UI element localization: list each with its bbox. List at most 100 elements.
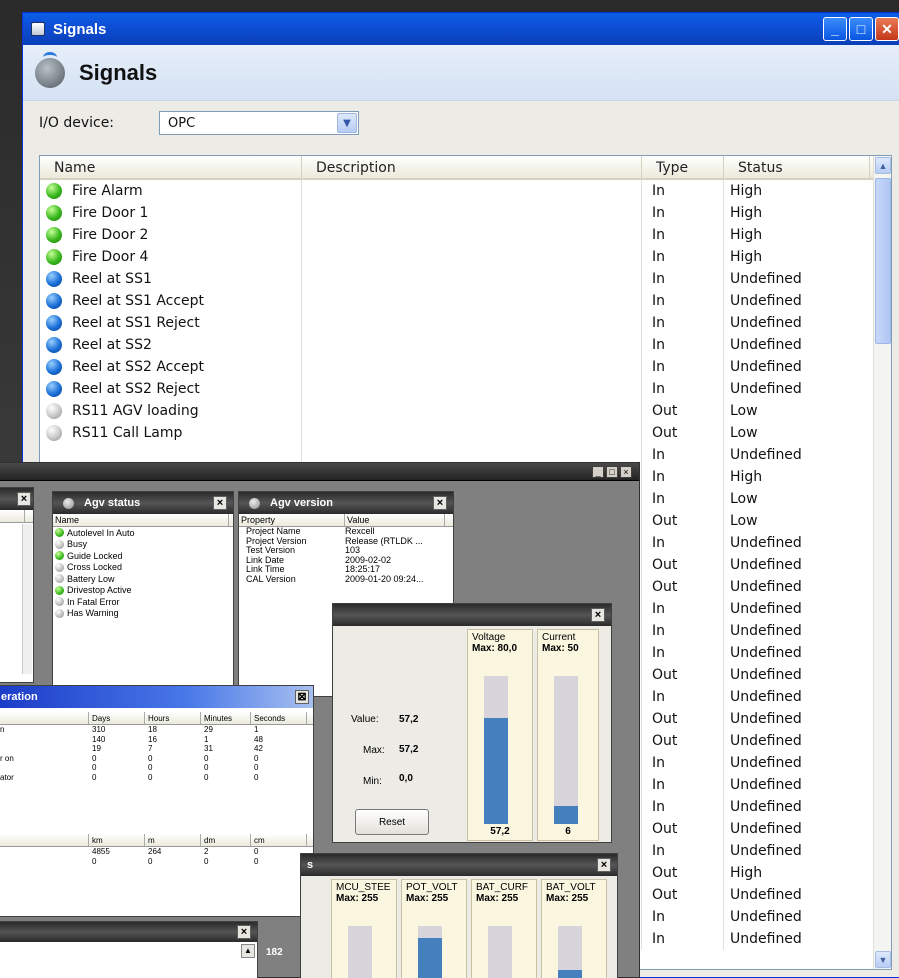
- column-header[interactable]: Days: [89, 712, 145, 724]
- header-spacer: [0, 834, 89, 846]
- table-cell: 0: [148, 772, 153, 782]
- cell-status: Undefined: [730, 359, 802, 375]
- table-cell: 0: [254, 753, 259, 763]
- column-header[interactable]: dm: [201, 834, 251, 846]
- scroll-up-icon[interactable]: ▲: [241, 944, 255, 958]
- table-row[interactable]: Fire Alarm In High: [40, 180, 891, 202]
- header-spacer: [0, 712, 89, 724]
- cell-name: Fire Door 4: [40, 246, 302, 268]
- io-device-row: I/O device: OPC ▼: [23, 101, 899, 145]
- agv-version-column-property[interactable]: Property: [239, 514, 345, 526]
- left-panel-titlebar: ×: [0, 488, 33, 510]
- column-header[interactable]: Minutes: [201, 712, 251, 724]
- table-row: ator 0 0 0 0: [0, 773, 313, 783]
- agv-status-close-button[interactable]: ×: [213, 496, 227, 510]
- table-row[interactable]: Reel at SS2 Accept In Undefined: [40, 356, 891, 378]
- bottom-panel-close-button[interactable]: ×: [237, 925, 251, 939]
- agv-version-close-button[interactable]: ×: [433, 496, 447, 510]
- table-cell: 19: [92, 744, 101, 753]
- column-type[interactable]: Type: [642, 156, 724, 178]
- column-header[interactable]: km: [89, 834, 145, 846]
- vertical-scrollbar[interactable]: ▲ ▼: [873, 156, 891, 969]
- table-row[interactable]: Reel at SS2 In Undefined: [40, 334, 891, 356]
- cell-status: Undefined: [730, 887, 802, 903]
- cell-type: In: [642, 906, 724, 928]
- cell-type: In: [642, 290, 724, 312]
- table-row[interactable]: Fire Door 2 In High: [40, 224, 891, 246]
- table-cell: 0: [254, 772, 259, 782]
- cell-type: In: [642, 224, 724, 246]
- meter-name: POT_VOLT: [406, 882, 458, 893]
- table-row[interactable]: RS11 Call Lamp Out Low: [40, 422, 891, 444]
- cell-name: Fire Door 1: [40, 202, 302, 224]
- status-led-icon: [46, 183, 62, 199]
- minimize-button[interactable]: _: [823, 17, 847, 41]
- agv-version-column-value[interactable]: Value: [345, 514, 445, 526]
- cell-status: Undefined: [730, 381, 802, 397]
- cell-status: Undefined: [730, 799, 802, 815]
- column-description[interactable]: Description: [302, 156, 642, 178]
- cell-type: Out: [642, 664, 724, 686]
- analog-close-button[interactable]: ×: [597, 858, 611, 872]
- close-button[interactable]: ✕: [875, 17, 899, 41]
- left-panel-scrollbar[interactable]: [22, 524, 32, 674]
- property-value: 18:25:17: [345, 565, 381, 574]
- left-clipped-panel: ×: [0, 487, 34, 683]
- signals-titlebar[interactable]: Signals _ □ ✕: [23, 13, 899, 45]
- column-header[interactable]: Hours: [145, 712, 201, 724]
- column-header[interactable]: Seconds: [251, 712, 307, 724]
- maximize-button[interactable]: □: [849, 17, 873, 41]
- table-row[interactable]: Fire Door 4 In High: [40, 246, 891, 268]
- column-header[interactable]: m: [145, 834, 201, 846]
- cell-description: [302, 202, 642, 224]
- agv-minimize-button[interactable]: _: [592, 466, 604, 478]
- table-row[interactable]: RS11 AGV loading Out Low: [40, 400, 891, 422]
- table-row[interactable]: Reel at SS1 Reject In Undefined: [40, 312, 891, 334]
- value-label: Value:: [351, 714, 379, 725]
- table-row[interactable]: Reel at SS1 Accept In Undefined: [40, 290, 891, 312]
- table-row[interactable]: Reel at SS2 Reject In Undefined: [40, 378, 891, 400]
- cell-status: High: [730, 865, 763, 881]
- table-cell: 4855: [92, 847, 110, 856]
- status-led-icon: [46, 227, 62, 243]
- agv-status-column-name[interactable]: Name: [53, 514, 229, 526]
- operation-panel: eration ⊠ Days Hours Minutes Seconds n 310 18 2…: [0, 685, 314, 917]
- current-label: Current: [542, 632, 576, 643]
- column-header[interactable]: cm: [251, 834, 307, 846]
- table-cell: 0: [204, 753, 209, 763]
- cell-status: Undefined: [730, 711, 802, 727]
- cell-status: Undefined: [730, 579, 802, 595]
- operation-close-button[interactable]: ⊠: [295, 690, 309, 704]
- cell-name: Reel at SS1 Reject: [40, 312, 302, 334]
- min-label: Min:: [363, 776, 382, 787]
- agv-titlebar[interactable]: _ □ ×: [0, 463, 639, 481]
- chevron-down-icon[interactable]: ▼: [337, 113, 357, 133]
- table-row[interactable]: Fire Door 1 In High: [40, 202, 891, 224]
- io-device-select[interactable]: OPC ▼: [159, 111, 359, 135]
- table-cell: 0: [254, 763, 259, 772]
- scroll-down-icon[interactable]: ▼: [875, 951, 891, 968]
- cell-status: High: [730, 183, 763, 199]
- agv-maximize-button[interactable]: □: [606, 466, 618, 478]
- max-readout: 57,2: [399, 744, 419, 755]
- property-value: 2009-01-20 09:24...: [345, 574, 424, 584]
- cell-status: Low: [730, 425, 758, 441]
- meter-track: [418, 926, 442, 978]
- scroll-thumb[interactable]: [875, 178, 891, 344]
- table-header: Days Hours Minutes Seconds: [0, 712, 313, 725]
- signals-app-icon: [31, 22, 45, 36]
- column-status[interactable]: Status: [724, 156, 870, 178]
- table-cell: 16: [148, 734, 157, 744]
- column-name[interactable]: Name: [40, 156, 302, 178]
- table-row[interactable]: Reel at SS1 In Undefined: [40, 268, 891, 290]
- cell-description: [302, 400, 642, 422]
- cell-type: In: [642, 774, 724, 796]
- cell-name: RS11 Call Lamp: [40, 422, 302, 444]
- property-name: CAL Version: [246, 573, 296, 584]
- reset-button[interactable]: Reset: [355, 809, 429, 835]
- battery-close-button[interactable]: ×: [591, 608, 605, 622]
- scroll-up-icon[interactable]: ▲: [875, 157, 891, 174]
- left-panel-close-button[interactable]: ×: [17, 492, 31, 506]
- cell-type: In: [642, 466, 724, 488]
- agv-close-button[interactable]: ×: [620, 466, 632, 478]
